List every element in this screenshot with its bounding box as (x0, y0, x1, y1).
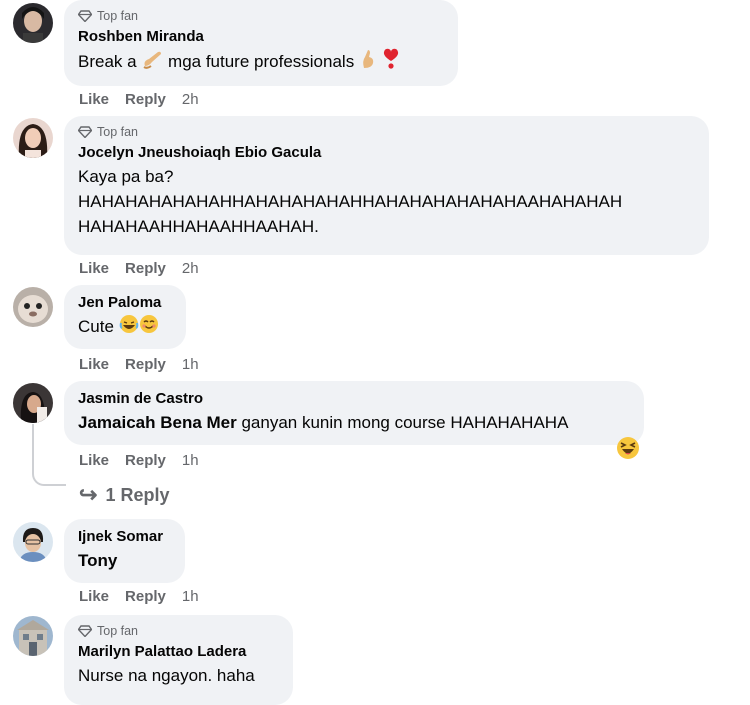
like-button[interactable]: Like (79, 260, 109, 277)
comment-text-line: HAHAHAAHHAHAAHHAAHAH. (78, 217, 319, 236)
comment-text-line: HAHAHAHAHAHAHHAHAHAHAHAHHAHAHAHAHAHAHAAH… (78, 192, 623, 211)
comment-author[interactable]: Jen Paloma (78, 293, 172, 312)
comment-bubble: Top fan Roshben Miranda Break a mga futu… (64, 0, 458, 86)
top-fan-label: Top fan (97, 624, 139, 638)
comment-text: Nurse na ngayon. haha (78, 666, 255, 685)
reply-button[interactable]: Reply (125, 356, 166, 373)
comment-bubble: Top fan Jocelyn Jneushoiaqh Ebio Gacula … (64, 116, 709, 255)
mention-link[interactable]: Tony (78, 551, 117, 570)
comment-text: Kaya pa ba? HAHAHAHAHAHAHHAHAHAHAHAHHAHA… (78, 164, 695, 239)
exclamation-heart-emoji (382, 48, 400, 77)
like-button[interactable]: Like (79, 588, 109, 605)
comment-author[interactable]: Ijnek Somar (78, 527, 171, 546)
comment-text-part: Break a (78, 51, 142, 71)
squinting-laugh-emoji (616, 436, 640, 465)
thread-connector (32, 424, 66, 486)
comment-text-part: Cute (78, 317, 114, 336)
comment-actions: Like Reply 2h (79, 258, 199, 278)
comment-timestamp[interactable]: 1h (182, 588, 199, 605)
comment-timestamp[interactable]: 2h (182, 91, 199, 108)
reply-button[interactable]: Reply (125, 588, 166, 605)
avatar[interactable] (13, 616, 53, 656)
pinched-fingers-emoji (359, 49, 377, 76)
smiling-emoji (139, 314, 159, 341)
comment-text: Jamaicah Bena Mer ganyan kunin mong cour… (78, 410, 630, 435)
top-fan-label: Top fan (97, 9, 139, 23)
comment-author[interactable]: Marilyn Palattao Ladera (78, 642, 279, 661)
comment-text-part: ganyan kunin mong course HAHAHAHAHA (236, 413, 569, 432)
comment-text: Cute (78, 314, 172, 341)
laughing-emoji (119, 314, 139, 341)
like-button[interactable]: Like (79, 452, 109, 469)
like-button[interactable]: Like (79, 91, 109, 108)
comment-bubble: Top fan Marilyn Palattao Ladera Nurse na… (64, 615, 293, 705)
top-fan-badge: Top fan (78, 623, 279, 639)
top-fan-badge: Top fan (78, 124, 695, 140)
comment-text: Break a mga future professionals (78, 48, 444, 77)
reply-arrow-icon: ↪ (79, 482, 98, 507)
comment-timestamp[interactable]: 1h (182, 452, 199, 469)
leg-emoji (141, 49, 163, 76)
diamond-icon (78, 10, 92, 22)
top-fan-badge: Top fan (78, 8, 444, 24)
comment-actions: Like Reply 1h (79, 586, 199, 606)
comment-author[interactable]: Jocelyn Jneushoiaqh Ebio Gacula (78, 143, 695, 162)
comment-bubble: Jen Paloma Cute (64, 285, 186, 349)
comment-actions: Like Reply 2h (79, 89, 199, 109)
comment-timestamp[interactable]: 1h (182, 356, 199, 373)
comment-actions: Like Reply 1h (79, 354, 199, 374)
comment-text: Tony (78, 548, 171, 573)
replies-count: 1 Reply (105, 484, 170, 505)
comment-author[interactable]: Jasmin de Castro (78, 389, 630, 408)
avatar[interactable] (13, 118, 53, 158)
like-button[interactable]: Like (79, 356, 109, 373)
avatar[interactable] (13, 522, 53, 562)
top-fan-label: Top fan (97, 125, 139, 139)
diamond-icon (78, 126, 92, 138)
view-replies-button[interactable]: ↪ 1 Reply (79, 482, 169, 508)
comment-bubble: Jasmin de Castro Jamaicah Bena Mer ganya… (64, 381, 644, 445)
avatar[interactable] (13, 3, 53, 43)
comment-text-part: mga future professionals (163, 51, 355, 71)
reply-button[interactable]: Reply (125, 91, 166, 108)
diamond-icon (78, 625, 92, 637)
comment-text-line: Kaya pa ba? (78, 167, 174, 186)
comment-author[interactable]: Roshben Miranda (78, 27, 444, 46)
mention-link[interactable]: Jamaicah Bena Mer (78, 413, 237, 432)
comment-bubble: Ijnek Somar Tony (64, 519, 185, 583)
comment-timestamp[interactable]: 2h (182, 260, 199, 277)
avatar[interactable] (13, 383, 53, 423)
avatar[interactable] (13, 287, 53, 327)
comment-actions: Like Reply 1h (79, 450, 199, 470)
reply-button[interactable]: Reply (125, 452, 166, 469)
reply-button[interactable]: Reply (125, 260, 166, 277)
